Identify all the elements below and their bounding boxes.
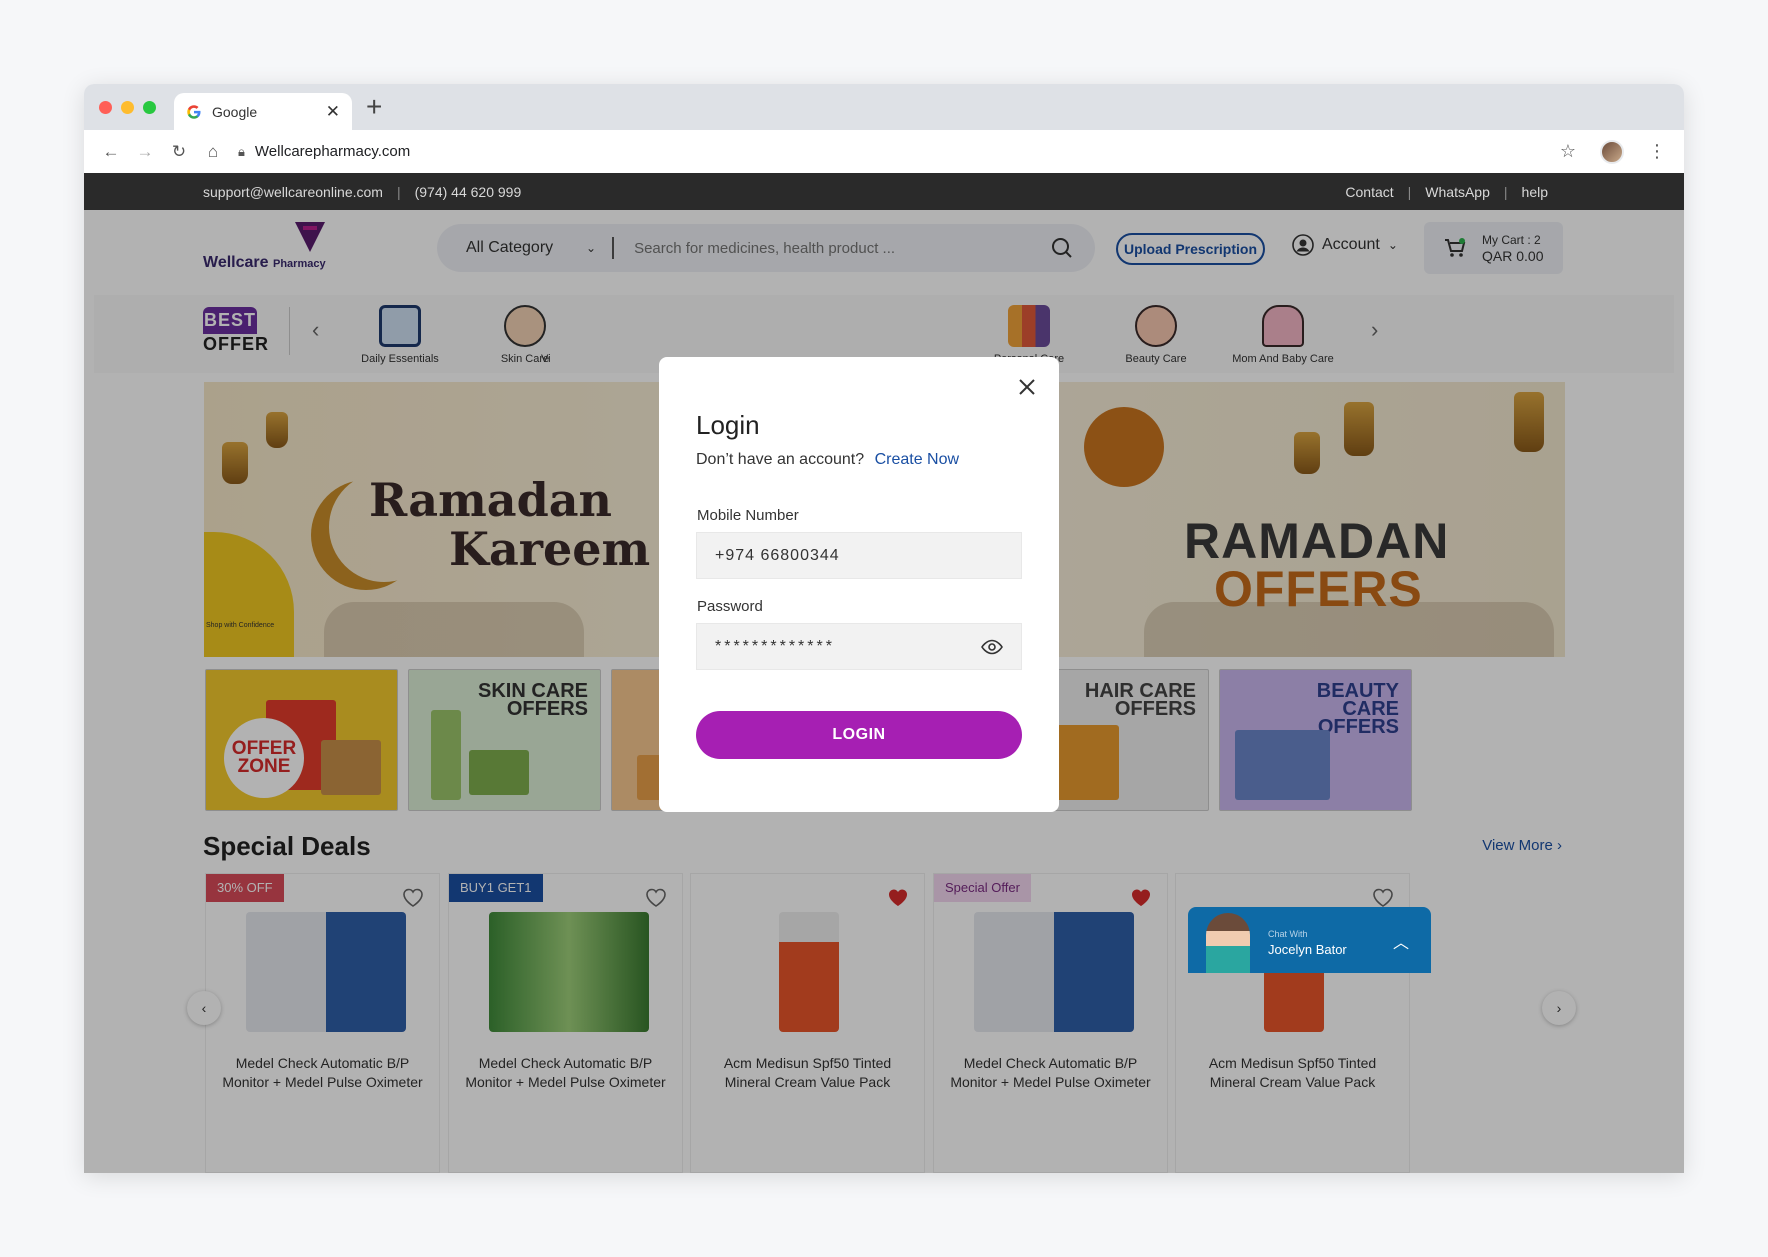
new-tab-button[interactable]: + (366, 91, 382, 123)
password-input[interactable] (715, 637, 981, 656)
signup-prompt: Don’t have an account? Create Now (696, 451, 959, 469)
window-minimize-button[interactable] (121, 101, 134, 114)
lock-icon: 🔒︎ (238, 143, 245, 159)
browser-window: Google ✕ + ← → ↻ ⌂ 🔒︎ Wellcarepharmacy.c… (84, 84, 1684, 1173)
password-label: Password (697, 598, 763, 615)
agent-avatar (1206, 913, 1250, 973)
close-icon[interactable] (1017, 377, 1037, 397)
google-icon (187, 104, 201, 119)
top-info-bar: support@wellcareonline.com | (974) 44 62… (84, 173, 1684, 210)
reload-icon[interactable]: ↻ (162, 142, 196, 162)
mobile-label: Mobile Number (697, 507, 799, 524)
chat-prefix: Chat With (1268, 929, 1308, 939)
tab-close-icon[interactable]: ✕ (326, 102, 340, 122)
no-account-text: Don’t have an account? (696, 451, 865, 468)
help-link[interactable]: help (1522, 184, 1548, 200)
chevron-up-icon[interactable]: ︿ (1393, 929, 1409, 953)
support-phone[interactable]: (974) 44 620 999 (415, 184, 522, 200)
mobile-field[interactable] (696, 532, 1022, 579)
create-now-link[interactable]: Create Now (875, 451, 959, 468)
url-text: Wellcarepharmacy.com (254, 143, 411, 160)
browser-tab[interactable]: Google ✕ (174, 93, 352, 130)
browser-menu-icon[interactable]: ⋮ (1648, 141, 1666, 162)
mobile-input[interactable] (715, 546, 1003, 565)
tab-title: Google (212, 103, 258, 120)
url-field[interactable]: 🔒︎ Wellcarepharmacy.com (238, 143, 1560, 160)
password-field[interactable] (696, 623, 1022, 670)
eye-icon[interactable] (981, 639, 1003, 655)
back-arrow-icon[interactable]: ← (94, 142, 128, 162)
page-content: support@wellcareonline.com | (974) 44 62… (84, 173, 1684, 1173)
modal-title: Login (696, 410, 760, 440)
divider: | (1503, 183, 1508, 200)
whatsapp-link[interactable]: WhatsApp (1425, 184, 1490, 200)
address-bar: ← → ↻ ⌂ 🔒︎ Wellcarepharmacy.com ☆ ⋮ (84, 130, 1684, 173)
support-email[interactable]: support@wellcareonline.com (203, 184, 383, 200)
login-modal: Login Don’t have an account? Create Now … (659, 357, 1059, 812)
browser-tabbar: Google ✕ + (84, 84, 1684, 130)
window-zoom-button[interactable] (143, 101, 156, 114)
chat-widget[interactable]: Chat With Jocelyn Bator ︿ (1188, 907, 1431, 973)
window-close-button[interactable] (99, 101, 112, 114)
bookmark-star-icon[interactable]: ☆ (1560, 141, 1576, 162)
home-icon[interactable]: ⌂ (196, 142, 230, 162)
forward-arrow-icon[interactable]: → (128, 142, 162, 162)
chat-agent-name: Jocelyn Bator (1268, 942, 1347, 957)
profile-avatar[interactable] (1600, 139, 1624, 164)
divider: | (396, 183, 401, 200)
contact-link[interactable]: Contact (1345, 184, 1393, 200)
login-button[interactable]: LOGIN (696, 711, 1022, 759)
divider: | (1407, 183, 1412, 200)
